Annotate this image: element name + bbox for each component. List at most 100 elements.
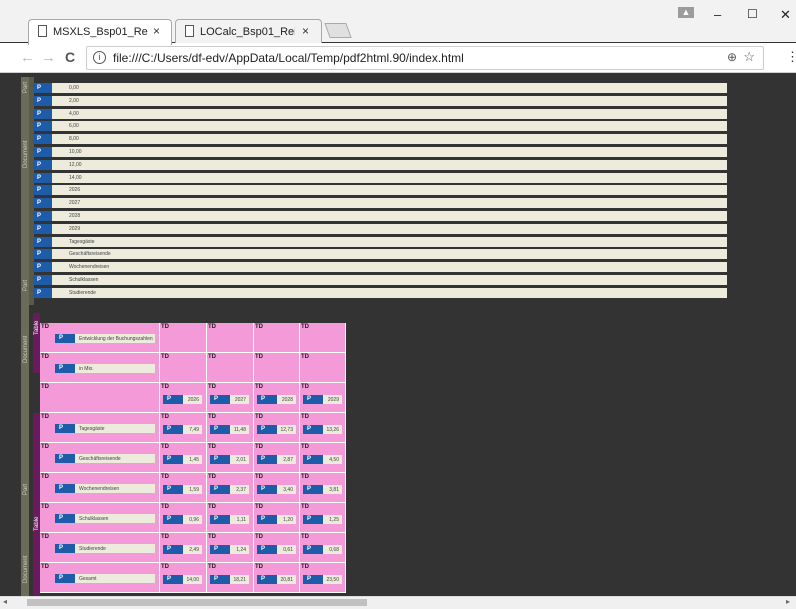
value-paragraph: P 1,11 [210, 515, 249, 524]
back-button[interactable]: ← [20, 49, 35, 66]
cell-value: 0,61 [283, 547, 293, 553]
p-tag: P [55, 544, 75, 553]
new-tab-button[interactable] [324, 23, 352, 38]
table-cell: TD P 13,26 [300, 413, 346, 443]
p-tag: P [33, 83, 52, 93]
cell-value: 12,73 [280, 427, 293, 433]
value-paragraph: P 2,49 [163, 545, 202, 554]
cell-value: 1,20 [283, 517, 293, 523]
td-label: TD [255, 414, 263, 420]
cell-value: 1,24 [236, 547, 246, 553]
p-tag: P [163, 545, 183, 554]
tab-msxls[interactable]: MSXLS_Bsp01_Reisen.pd × [28, 19, 172, 45]
p-tag: P [303, 425, 323, 434]
value-paragraph: P 2028 [257, 395, 296, 404]
paragraph-row: P Geschäftsreisende [33, 249, 727, 260]
cell-value: 2029 [327, 397, 339, 403]
cell-value: 23,50 [326, 577, 339, 583]
minimize-button[interactable]: – [714, 7, 721, 22]
zoom-icon[interactable]: ⊕ [727, 50, 737, 64]
document-icon [38, 25, 47, 37]
p-tag: P [257, 545, 277, 554]
p-tag: P [55, 574, 75, 583]
p-tag: P [303, 455, 323, 464]
td-label: TD [301, 444, 309, 450]
p-tag: P [163, 425, 183, 434]
table-cell: TD P 3,81 [300, 473, 346, 503]
scroll-left-icon[interactable]: ◂ [3, 597, 7, 606]
value-paragraph: P 1,45 [163, 455, 202, 464]
value-paragraph: P 2,87 [257, 455, 296, 464]
cell-value: 2028 [281, 397, 293, 403]
maximize-button[interactable]: ☐ [747, 7, 758, 21]
bookmark-star-icon[interactable]: ☆ [743, 49, 755, 65]
cell-value: 1,11 [236, 517, 246, 523]
td-label: TD [301, 474, 309, 480]
value-paragraph: P 0,96 [163, 515, 202, 524]
part-label: Part [23, 483, 29, 495]
user-profile-icon[interactable]: ▲ [678, 7, 694, 18]
td-label: TD [208, 444, 216, 450]
cell-value: 1,45 [189, 457, 199, 463]
p-tag: P [257, 575, 277, 584]
close-window-button[interactable]: ✕ [780, 7, 791, 23]
value-paragraph: P 1,59 [163, 485, 202, 494]
cell-value: 2027 [234, 397, 246, 403]
row-label: Entwicklung der Buchungszahlen [79, 336, 153, 342]
p-tag: P [303, 575, 323, 584]
table-cell: TD P 1,25 [300, 503, 346, 533]
table-cell: TD [254, 353, 300, 383]
td-label: TD [255, 504, 263, 510]
paragraph-row: P 14,00 [33, 172, 727, 183]
tab-close-icon[interactable]: × [302, 24, 309, 38]
p-tag: P [55, 334, 75, 343]
td-label: TD [255, 444, 263, 450]
p-tag: P [33, 159, 52, 170]
td-label: TD [208, 354, 216, 360]
info-icon[interactable]: i [93, 51, 106, 64]
tab-close-icon[interactable]: × [153, 24, 160, 38]
paragraph-row: P 0,00 [33, 83, 727, 93]
scrollbar-thumb[interactable] [27, 599, 367, 606]
table-cell: TD P 4,50 [300, 443, 346, 473]
value-paragraph: P 2026 [163, 395, 202, 404]
value-paragraph: P 2029 [303, 395, 342, 404]
table-cell: TD P 1,59 [160, 473, 207, 503]
address-bar[interactable]: i file:///C:/Users/df-edv/AppData/Local/… [86, 46, 764, 70]
table-cell: TD P Tagesgäste [40, 413, 160, 443]
cell-value: 1,25 [329, 517, 339, 523]
tab-localc[interactable]: LOCalc_Bsp01_Reisen.pd × [175, 19, 322, 44]
paragraph-row: P 2029 [33, 223, 727, 234]
scroll-right-icon[interactable]: ▸ [786, 597, 790, 606]
reload-button[interactable]: C [65, 49, 75, 65]
tab-title: LOCalc_Bsp01_Reisen.pd [200, 26, 295, 38]
paragraph-row: P 12,00 [33, 159, 727, 170]
tab-title: MSXLS_Bsp01_Reisen.pd [53, 26, 148, 38]
td-label: TD [161, 354, 169, 360]
forward-button[interactable]: → [41, 49, 56, 66]
table-cell: TD P Geschäftsreisende [40, 443, 160, 473]
td-label: TD [208, 504, 216, 510]
paragraph-row: P Tagesgäste [33, 236, 727, 247]
value-paragraph: P 23,50 [303, 575, 342, 584]
p-tag: P [257, 515, 277, 524]
p-tag: P [210, 485, 230, 494]
table-cell: TD P Wochenendreisen [40, 473, 160, 503]
cell-value: 2,49 [189, 547, 199, 553]
cell-value: 3,40 [283, 487, 293, 493]
page-viewport: Part Document Part Document Part Documen… [0, 73, 796, 596]
paragraph-text: Schulklassen [69, 277, 99, 283]
url-text[interactable]: file:///C:/Users/df-edv/AppData/Local/Te… [113, 51, 464, 65]
table-cell: TD P 12,73 [254, 413, 300, 443]
p-tag: P [210, 425, 230, 434]
td-label: TD [161, 444, 169, 450]
table-cell: TD [254, 323, 300, 353]
td-label: TD [41, 354, 49, 360]
p-tag: P [55, 364, 75, 373]
menu-icon[interactable]: ⋮ [786, 49, 796, 65]
table-cell: TD P 2,01 [207, 443, 254, 473]
horizontal-scrollbar[interactable]: ◂ ▸ [0, 596, 796, 609]
paragraph-row: P 6,00 [33, 121, 727, 132]
value-paragraph: P 3,81 [303, 485, 342, 494]
part-label: Part [23, 279, 29, 291]
